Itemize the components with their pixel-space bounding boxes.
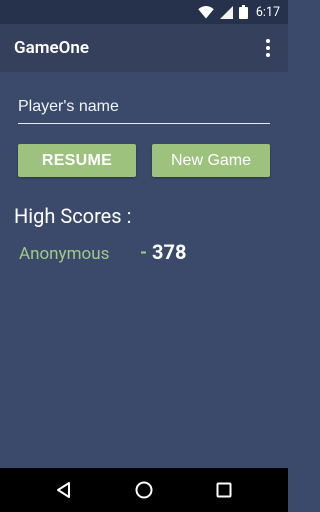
app-bar: GameOne <box>0 24 288 72</box>
battery-icon <box>238 5 248 19</box>
overflow-menu-icon[interactable] <box>256 36 280 60</box>
recent-apps-icon[interactable] <box>213 479 235 501</box>
status-time: 6:17 <box>255 4 280 20</box>
app-title: GameOne <box>14 38 89 58</box>
navigation-bar <box>0 468 288 512</box>
new-game-button[interactable]: New Game <box>152 144 270 177</box>
back-icon[interactable] <box>53 479 75 501</box>
high-score-player: Anonymous <box>19 244 110 264</box>
resume-button[interactable]: RESUME <box>18 144 136 177</box>
high-score-separator: - <box>140 242 148 263</box>
home-icon[interactable] <box>133 479 155 501</box>
high-score-row: Anonymous - 378 <box>19 239 279 267</box>
status-bar: 6:17 <box>0 0 288 24</box>
high-score-value: 378 <box>152 240 187 264</box>
high-scores-title: High Scores : <box>14 204 132 228</box>
player-name-input[interactable] <box>18 94 270 124</box>
signal-icon <box>219 5 233 19</box>
main-content: RESUME New Game High Scores : Anonymous … <box>0 72 288 468</box>
wifi-icon <box>198 5 214 19</box>
